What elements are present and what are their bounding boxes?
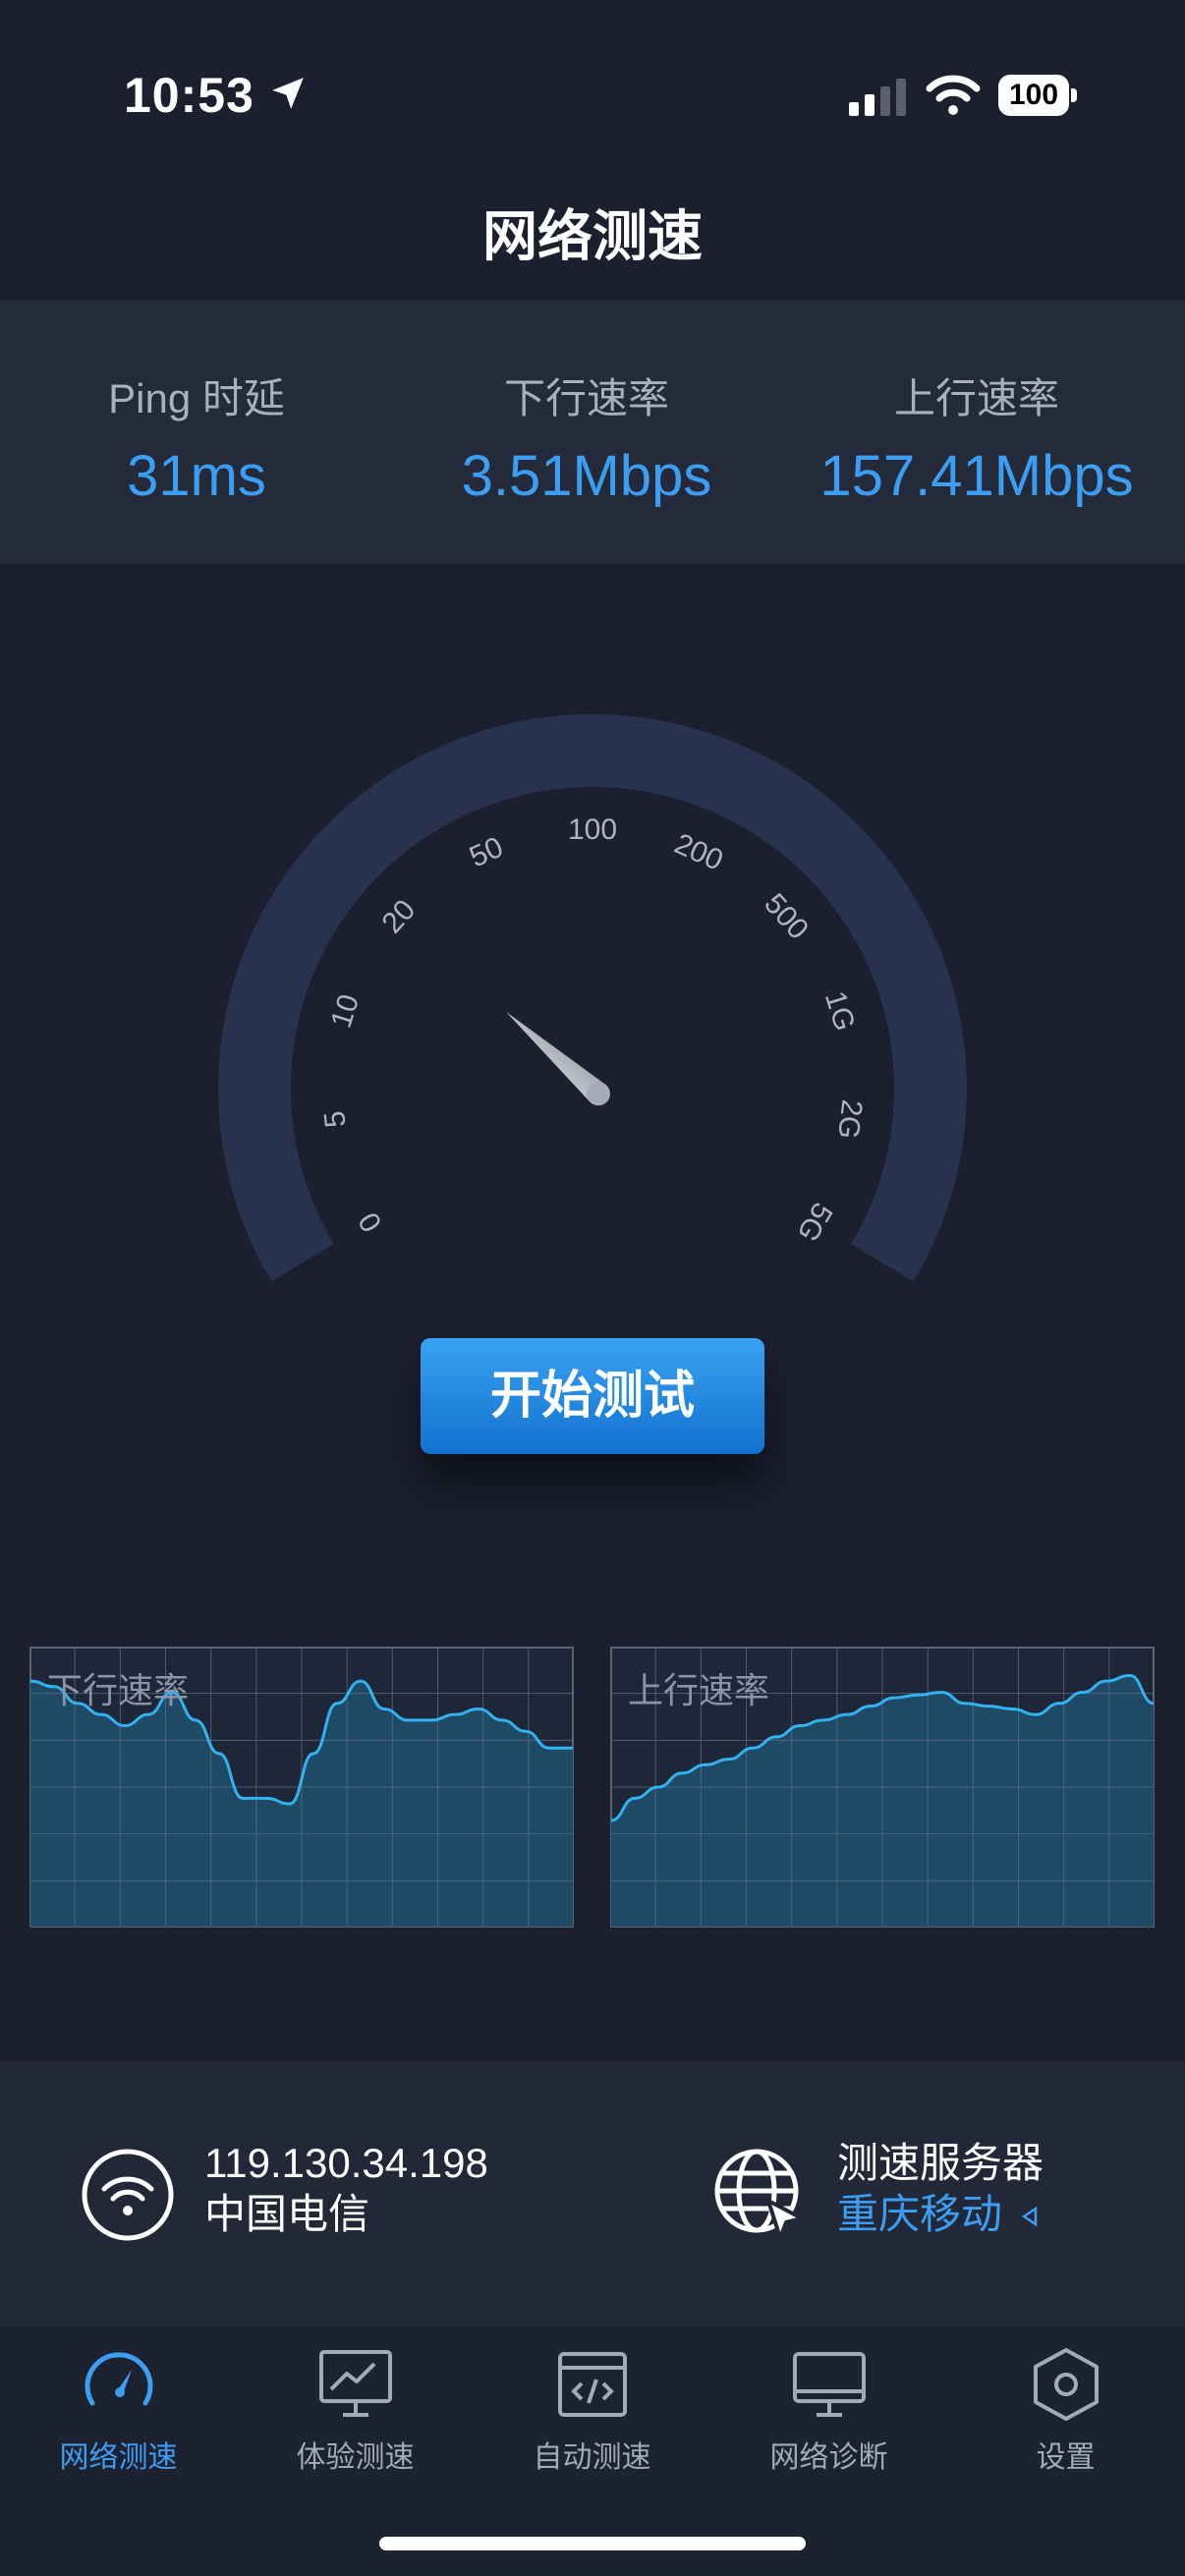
tab-bar: 网络测速 体验测速 自动测速 网络诊断 设置 [0, 2326, 1185, 2576]
download-label: 下行速率 [503, 375, 669, 421]
gauge-tick-label: 5G [790, 1197, 838, 1247]
network-info-panel: 119.130.34.198 中国电信 测速服务器 重庆移动 [0, 2061, 1185, 2326]
home-indicator [379, 2537, 806, 2550]
upload-chart-label: 上行速率 [628, 1670, 770, 1710]
tab-auto-test[interactable]: 自动测速 [474, 2326, 710, 2484]
gauge-tick-label: 2G [831, 1097, 869, 1141]
status-bar: 10:53 100 [0, 0, 1185, 187]
monitor-icon [793, 2352, 866, 2417]
upload-value: 157.41Mbps [819, 444, 1134, 508]
connection-info: 119.130.34.198 中国电信 [204, 2138, 488, 2240]
gauge-tick-label: 500 [758, 887, 815, 945]
ip-address: 119.130.34.198 [204, 2140, 488, 2186]
ping-value: 31ms [127, 444, 266, 508]
tab-label: 体验测速 [296, 2441, 415, 2474]
wifi-status-icon [926, 75, 981, 115]
gauge-tick-label: 100 [568, 813, 617, 846]
stats-panel: Ping 时延 31ms 下行速率 3.51Mbps 上行速率 157.41Mb… [0, 301, 1185, 564]
upload-stat: 上行速率 157.41Mbps [780, 365, 1173, 509]
tab-label: 网络测速 [59, 2441, 178, 2474]
tab-settings[interactable]: 设置 [947, 2326, 1184, 2484]
status-time: 10:53 [124, 68, 254, 123]
upload-chart: 上行速率 [610, 1647, 1155, 1928]
gauge-tick-label: 5 [318, 1109, 353, 1129]
upload-label: 上行速率 [893, 375, 1059, 421]
gauge-tick-label: 10 [325, 990, 366, 1032]
tab-experience-test[interactable]: 体验测速 [237, 2326, 474, 2484]
battery-indicator: 100 [998, 75, 1077, 116]
wifi-icon [82, 2149, 174, 2241]
gauge-tick-label: 200 [669, 827, 727, 877]
location-arrow-icon [272, 78, 304, 109]
battery-tip [1071, 88, 1077, 102]
tab-diagnosis[interactable]: 网络诊断 [710, 2326, 947, 2484]
server-info[interactable]: 测速服务器 重庆移动 [837, 2138, 1044, 2240]
isp-name: 中国电信 [204, 2191, 370, 2237]
tab-speed-test[interactable]: 网络测速 [0, 2326, 237, 2484]
dropdown-triangle-icon[interactable] [1020, 2205, 1042, 2228]
server-name[interactable]: 重庆移动 [837, 2191, 1002, 2237]
globe-cursor-icon[interactable] [711, 2144, 806, 2242]
gauge-tick-label: 0 [353, 1206, 389, 1237]
page-title: 网络测速 [482, 205, 703, 267]
server-selector[interactable]: 重庆移动 [837, 2189, 1044, 2240]
gauge-tick-label: 20 [375, 894, 422, 940]
cellular-signal-icon [849, 79, 906, 116]
tab-label: 网络诊断 [769, 2441, 888, 2474]
speedometer-icon [85, 2352, 153, 2406]
ping-label: Ping 时延 [108, 375, 285, 421]
gauge-tick-labels: 0 5 10 20 50 100 200 5001G 2G 5G [318, 813, 869, 1247]
battery-level: 100 [998, 75, 1069, 116]
speed-gauge: 0 5 10 20 50 100 200 5001G 2G 5G [218, 714, 967, 1282]
tab-label: 设置 [1036, 2441, 1096, 2474]
gauge-tick-label: 50 [465, 831, 508, 874]
ping-stat: Ping 时延 31ms [0, 365, 393, 509]
download-chart-label: 下行速率 [47, 1670, 190, 1710]
download-stat: 下行速率 3.51Mbps [390, 365, 783, 509]
chart-screen-icon [319, 2350, 392, 2417]
code-window-icon [558, 2352, 627, 2417]
hexagon-settings-icon [1034, 2348, 1099, 2421]
start-test-button[interactable]: 开始测试 [421, 1338, 764, 1454]
tab-label: 自动测速 [533, 2441, 651, 2474]
download-value: 3.51Mbps [461, 444, 712, 508]
gauge-tick-label: 1G [818, 987, 861, 1035]
download-chart: 下行速率 [29, 1647, 574, 1928]
needle-tip [586, 1082, 610, 1106]
server-label: 测速服务器 [837, 2140, 1044, 2186]
